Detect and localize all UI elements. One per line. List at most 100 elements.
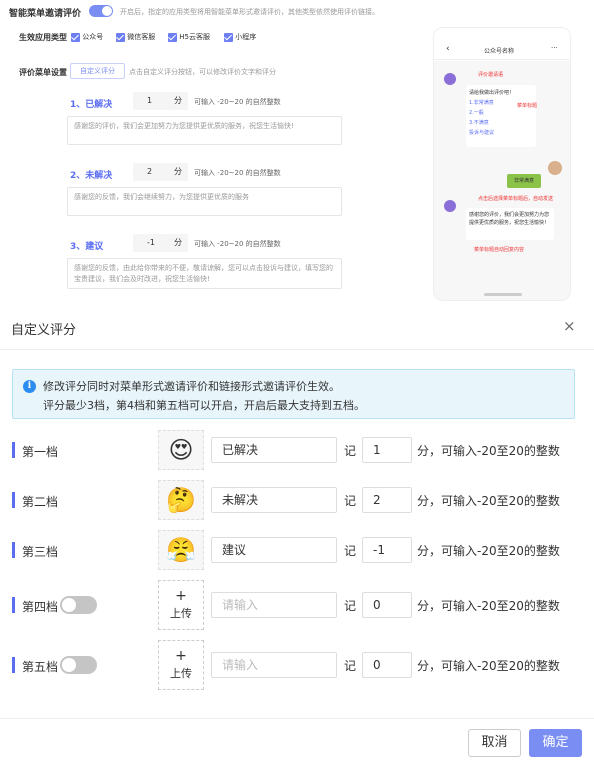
tier-name: 第二档 bbox=[22, 495, 59, 509]
tier-5-toggle[interactable] bbox=[60, 656, 97, 674]
option-1-score[interactable]: 1分 bbox=[133, 92, 188, 110]
tier-label-input[interactable]: 未解决 bbox=[211, 487, 337, 513]
custom-score-dialog: 自定义评分 × i 修改评分同时对菜单形式邀请评价和链接形式邀请评价生效。 评分… bbox=[0, 305, 594, 769]
score-hint: 分，可输入-20至20的整数 bbox=[417, 494, 560, 508]
tier-name: 第四档 bbox=[22, 600, 59, 614]
menu-tag: 菜单标题 bbox=[517, 103, 538, 109]
thinking-emoji-icon[interactable]: 🤔 bbox=[158, 480, 204, 520]
apply-type-wechat-cs[interactable]: 微信客服 bbox=[116, 32, 155, 42]
option-1-title: 1、已解决 bbox=[70, 100, 113, 110]
score-hint: 分，可输入-20至20的整数 bbox=[417, 599, 560, 613]
menu-bubble: 请给我做出评价吧！ 1.非常满意 2.一般 3.不满意 投诉与建议 bbox=[466, 85, 536, 147]
score-prefix: 记 bbox=[344, 444, 357, 458]
score-hint: 分，可输入-20至20的整数 bbox=[417, 444, 560, 458]
option-2-title: 2、未解决 bbox=[70, 171, 113, 181]
more-icon: ··· bbox=[551, 44, 558, 52]
tier-row-1: 第一档 😍 已解决 记 1 分，可输入-20至20的整数 bbox=[0, 430, 594, 470]
tier-row-2: 第二档 🤔 未解决 记 2 分，可输入-20至20的整数 bbox=[0, 480, 594, 520]
option-3-score[interactable]: -1 分 bbox=[133, 234, 188, 252]
tier-marker bbox=[12, 657, 15, 673]
status-bar bbox=[434, 28, 570, 36]
apply-type-gzh[interactable]: 公众号 bbox=[71, 32, 103, 42]
notice-line-2: 评分最少3档，第4档和第五档可以开启，开启后最大支持到五档。 bbox=[43, 399, 365, 412]
reply-bubble: 感谢您的评价，我们会更加努力为您提供更优质的服务，祝您生活愉快！ bbox=[466, 208, 554, 240]
tier-score-input[interactable]: 2 bbox=[362, 487, 412, 513]
tier-marker bbox=[12, 597, 15, 613]
dialog-title: 自定义评分 bbox=[11, 323, 77, 338]
info-icon: i bbox=[23, 380, 36, 393]
tier-label-input[interactable]: 建议 bbox=[211, 537, 337, 563]
notice-line-1: 修改评分同时对菜单形式邀请评价和链接形式邀请评价生效。 bbox=[43, 380, 340, 393]
apply-type-h5[interactable]: H5云客服 bbox=[168, 32, 210, 42]
plus-icon: + bbox=[175, 588, 187, 604]
home-indicator bbox=[484, 293, 522, 296]
checkbox-checked-icon bbox=[224, 32, 233, 42]
score-hint: 分，可输入-20至20的整数 bbox=[417, 544, 560, 558]
section-description: 开启后，指定的应用类型将用智能菜单形式邀请评价，其他类型依然使用评价链接。 bbox=[120, 8, 379, 16]
plus-icon: + bbox=[175, 648, 187, 664]
tier-label-input[interactable]: 已解决 bbox=[211, 437, 337, 463]
checkbox-checked-icon bbox=[168, 32, 177, 42]
tier-label-input[interactable]: 请输入 bbox=[211, 652, 337, 678]
score-hint: 分，可输入-20至20的整数 bbox=[417, 659, 560, 673]
tier-score-input[interactable]: 0 bbox=[362, 592, 412, 618]
tier-marker bbox=[12, 442, 15, 458]
section-title: 智能菜单邀请评价 bbox=[9, 9, 82, 19]
tier-marker bbox=[12, 492, 15, 508]
info-notice: i 修改评分同时对菜单形式邀请评价和链接形式邀请评价生效。 评分最少3档，第4档… bbox=[12, 369, 575, 419]
back-icon: ‹ bbox=[446, 44, 450, 54]
option-2-hint: 可输入 -20~20 的自然整数 bbox=[194, 169, 281, 177]
smart-menu-toggle[interactable] bbox=[89, 5, 113, 17]
heart-eyes-emoji-icon[interactable]: 😍 bbox=[158, 430, 204, 470]
phone-title: 公众号名称 bbox=[484, 48, 515, 55]
menu-settings-label: 评价菜单设置 bbox=[19, 68, 67, 77]
angry-emoji-icon[interactable]: 😤 bbox=[158, 530, 204, 570]
score-prefix: 记 bbox=[344, 544, 357, 558]
close-icon[interactable]: × bbox=[563, 317, 576, 335]
tier-row-3: 第三档 😤 建议 记 -1 分，可输入-20至20的整数 bbox=[0, 530, 594, 570]
tier-name: 第五档 bbox=[22, 660, 59, 674]
confirm-button[interactable]: 确定 bbox=[529, 729, 582, 757]
apply-type-miniprogram[interactable]: 小程序 bbox=[224, 32, 256, 42]
upload-button[interactable]: + 上传 bbox=[158, 640, 204, 690]
tier-score-input[interactable]: -1 bbox=[362, 537, 412, 563]
phone-preview: ‹ 公众号名称 ··· 评价邀请语 请给我做出评价吧！ 1.非常满意 2.一般 … bbox=[433, 27, 571, 301]
option-2-text[interactable]: 感谢您的反馈，我们会继续努力，为您提供更优质的服务 bbox=[67, 187, 342, 216]
tier-row-5: 第五档 + 上传 请输入 记 0 分，可输入-20至20的整数 bbox=[0, 640, 594, 690]
dialog-divider bbox=[0, 349, 594, 350]
tier-marker bbox=[12, 542, 15, 558]
phone-header: ‹ 公众号名称 ··· bbox=[434, 42, 570, 60]
background-settings-page: 智能菜单邀请评价 开启后，指定的应用类型将用智能菜单形式邀请评价，其他类型依然使… bbox=[0, 0, 594, 305]
tier-score-input[interactable]: 1 bbox=[362, 437, 412, 463]
option-3-text[interactable]: 感谢您的反馈，由此给你带来的不便，敬请谅解，您可以点击投诉与建议，填写您的宝贵建… bbox=[67, 258, 342, 289]
score-prefix: 记 bbox=[344, 494, 357, 508]
option-3-hint: 可输入 -20~20 的自然整数 bbox=[194, 240, 281, 248]
tier-score-input[interactable]: 0 bbox=[362, 652, 412, 678]
checkbox-checked-icon bbox=[71, 32, 80, 42]
score-prefix: 记 bbox=[344, 599, 357, 613]
tier-row-4: 第四档 + 上传 请输入 记 0 分，可输入-20至20的整数 bbox=[0, 580, 594, 630]
bot-avatar bbox=[444, 73, 456, 85]
custom-score-button[interactable]: 自定义评分 bbox=[70, 63, 125, 79]
footer-divider bbox=[0, 718, 594, 719]
option-1-text[interactable]: 感谢您的评价，我们会更加努力为您提供更优质的服务，祝您生活愉快! bbox=[67, 116, 342, 145]
apply-types-label: 生效应用类型 bbox=[19, 33, 67, 42]
cancel-button[interactable]: 取消 bbox=[468, 729, 521, 757]
upload-button[interactable]: + 上传 bbox=[158, 580, 204, 630]
custom-score-hint: 点击自定义评分按钮，可以修改评价文字和评分 bbox=[129, 68, 276, 76]
invite-label: 评价邀请语 bbox=[478, 72, 504, 78]
tier-name: 第一档 bbox=[22, 445, 59, 459]
auto-send-note: 点击后选择菜单标题后，自动发送 bbox=[478, 196, 554, 202]
option-3-title: 3、建议 bbox=[70, 242, 104, 252]
checkbox-checked-icon bbox=[116, 32, 125, 42]
score-prefix: 记 bbox=[344, 659, 357, 673]
option-2-score[interactable]: 2分 bbox=[133, 163, 188, 181]
user-avatar bbox=[548, 161, 562, 175]
tier-name: 第三档 bbox=[22, 545, 59, 559]
tier-4-toggle[interactable] bbox=[60, 596, 97, 614]
bot-avatar-2 bbox=[444, 200, 456, 212]
option-1-hint: 可输入 -20~20 的自然整数 bbox=[194, 98, 281, 106]
tier-label-input[interactable]: 请输入 bbox=[211, 592, 337, 618]
reply-note: 菜单标题自动回复内容 bbox=[474, 247, 525, 253]
user-reply: 非常满意 bbox=[507, 174, 541, 188]
